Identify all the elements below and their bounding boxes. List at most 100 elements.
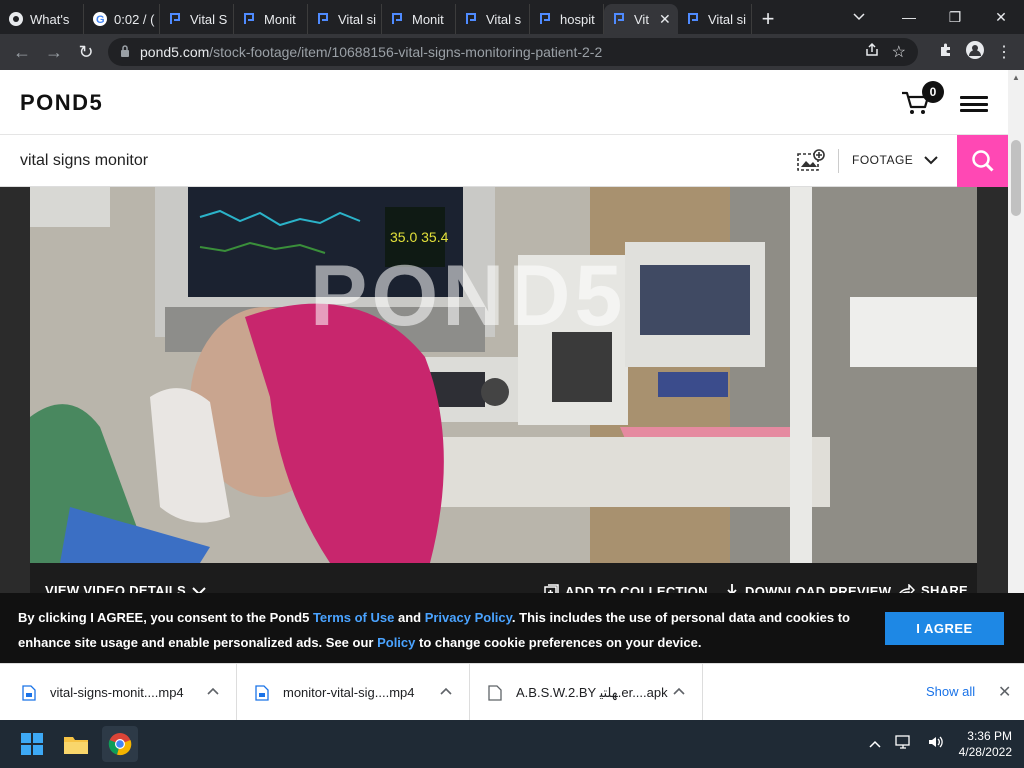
scroll-thumb[interactable]: [1011, 140, 1021, 216]
url-host: pond5.com: [140, 44, 210, 60]
downloads-bar: vital-signs-monit....mp4 monitor-vital-s…: [0, 663, 1024, 721]
taskbar-clock[interactable]: 3:36 PM 4/28/2022: [959, 728, 1012, 760]
pond5-logo[interactable]: POND5: [20, 90, 103, 116]
video-frame-image: 35.0 35.4: [30, 187, 977, 563]
system-tray: 3:36 PM 4/28/2022: [869, 728, 1012, 760]
browser-tab[interactable]: Vital S: [160, 4, 234, 34]
browser-tab[interactable]: Vital si: [678, 4, 752, 34]
i-agree-button[interactable]: I AGREE: [885, 612, 1004, 645]
privacy-policy-link[interactable]: Privacy Policy: [425, 610, 512, 625]
chevron-up-icon[interactable]: [439, 684, 453, 698]
windows-start-icon[interactable]: [14, 726, 50, 762]
video-player-area: 35.0 35.4 POND5 VIEW VIDEO DETAILS ADD T…: [0, 187, 1008, 663]
image-search-icon[interactable]: [796, 148, 826, 174]
share-page-icon[interactable]: [864, 42, 880, 63]
browser-toolbar-actions: ☆ ⋮: [864, 34, 1018, 70]
download-item[interactable]: monitor-vital-sig....mp4: [237, 664, 470, 721]
chevron-up-icon[interactable]: [206, 684, 220, 698]
extensions-icon[interactable]: [938, 42, 954, 63]
clock-date: 4/28/2022: [958, 745, 1012, 759]
video-watermark: POND5: [310, 248, 627, 344]
scroll-up-icon[interactable]: ▲: [1008, 70, 1024, 84]
search-input[interactable]: [20, 149, 720, 173]
tab-label: Monit: [264, 11, 296, 27]
back-icon[interactable]: ←: [6, 34, 38, 70]
video-preview[interactable]: 35.0 35.4 POND5: [30, 187, 977, 563]
reload-icon[interactable]: ↻: [70, 34, 102, 70]
browser-tab[interactable]: hospit: [530, 4, 604, 34]
pond5-icon: [464, 11, 480, 27]
cookie-consent-banner: By clicking I AGREE, you consent to the …: [0, 593, 1024, 663]
download-filename: monitor-vital-sig....mp4: [283, 685, 415, 700]
browser-tab[interactable]: What's: [0, 4, 84, 34]
pond5-icon: [390, 11, 406, 27]
pond5-icon: [612, 11, 628, 27]
browser-tab[interactable]: Monit: [234, 4, 308, 34]
clock-time: 3:36 PM: [967, 729, 1012, 743]
restore-icon[interactable]: ❐: [932, 0, 978, 34]
pond5-icon: [686, 11, 702, 27]
chevron-up-icon[interactable]: [672, 684, 686, 698]
pond5-icon: [316, 11, 332, 27]
chevron-down-icon[interactable]: [922, 151, 940, 169]
download-item[interactable]: A.B.S.W.2.BY ﮭﻠﺘﯿ.er....apk: [470, 664, 703, 721]
search-button[interactable]: [957, 135, 1008, 187]
tab-label: Vital S: [190, 11, 228, 27]
chevron-up-icon[interactable]: [869, 735, 881, 753]
url-bar[interactable]: pond5.com /stock-footage/item/10688156-v…: [108, 38, 918, 66]
close-window-icon[interactable]: ✕: [978, 0, 1024, 34]
file-icon: [22, 684, 36, 701]
cart-count-badge: 0: [922, 81, 944, 103]
browser-tab[interactable]: Vital si: [308, 4, 382, 34]
cookie-text-part: By clicking I AGREE, you consent to the …: [18, 610, 313, 625]
tab-label: Vital si: [338, 11, 377, 27]
tab-label: Vital si: [708, 11, 747, 27]
chrome-icon: [8, 11, 24, 27]
profile-icon[interactable]: [966, 40, 984, 64]
cookie-text-part: and: [394, 610, 425, 625]
pond5-icon: [242, 11, 258, 27]
lock-icon: [120, 44, 130, 60]
url-path: /stock-footage/item/10688156-vital-signs…: [209, 44, 603, 60]
tab-label: What's: [30, 11, 70, 27]
download-filename: A.B.S.W.2.BY ﮭﻠﺘﯿ.er....apk: [516, 684, 668, 700]
file-icon: [255, 684, 269, 701]
browser-tab[interactable]: Vital s: [456, 4, 530, 34]
cookie-consent-text: By clicking I AGREE, you consent to the …: [18, 605, 878, 655]
browser-tab-active[interactable]: Vit ✕: [604, 4, 678, 34]
tab-label: Vital s: [486, 11, 522, 27]
window-controls: — ❐ ✕: [886, 0, 1024, 34]
policy-link[interactable]: Policy: [377, 635, 415, 650]
svg-text:G: G: [96, 14, 105, 26]
browser-menu-icon[interactable]: ⋮: [996, 42, 1012, 62]
download-filename: vital-signs-monit....mp4: [50, 685, 184, 700]
browser-tab[interactable]: G 0:02 / (: [84, 4, 160, 34]
category-dropdown-label[interactable]: FOOTAGE: [852, 153, 913, 167]
minimize-icon[interactable]: —: [886, 0, 932, 34]
tab-label: Vit: [634, 11, 649, 27]
pond5-icon: [168, 11, 184, 27]
close-downloads-icon[interactable]: ✕: [998, 682, 1011, 702]
tab-search-chevron-icon[interactable]: [842, 0, 876, 34]
chrome-taskbar-icon[interactable]: [102, 726, 138, 762]
search-icon: [971, 150, 994, 172]
bookmark-star-icon[interactable]: ☆: [892, 42, 906, 62]
cookie-text-part: to change cookie preferences on your dev…: [415, 635, 702, 650]
svg-text:35.0 35.4: 35.0 35.4: [390, 229, 449, 245]
new-tab-button[interactable]: +: [752, 4, 784, 34]
show-all-downloads-link[interactable]: Show all: [926, 684, 975, 699]
tab-label: 0:02 / (: [114, 11, 155, 27]
terms-of-use-link[interactable]: Terms of Use: [313, 610, 394, 625]
browser-tab[interactable]: Monit: [382, 4, 456, 34]
forward-icon[interactable]: →: [38, 34, 70, 70]
divider: [838, 149, 839, 173]
tab-label: Monit: [412, 11, 444, 27]
pond5-icon: [538, 11, 554, 27]
close-tab-icon[interactable]: ✕: [659, 11, 671, 28]
network-icon[interactable]: [894, 734, 913, 755]
page-scrollbar[interactable]: ▲ ▼: [1008, 70, 1024, 663]
download-item[interactable]: vital-signs-monit....mp4: [0, 664, 237, 721]
file-explorer-icon[interactable]: [58, 726, 94, 762]
volume-icon[interactable]: [927, 734, 945, 755]
hamburger-menu-icon[interactable]: [960, 96, 988, 112]
